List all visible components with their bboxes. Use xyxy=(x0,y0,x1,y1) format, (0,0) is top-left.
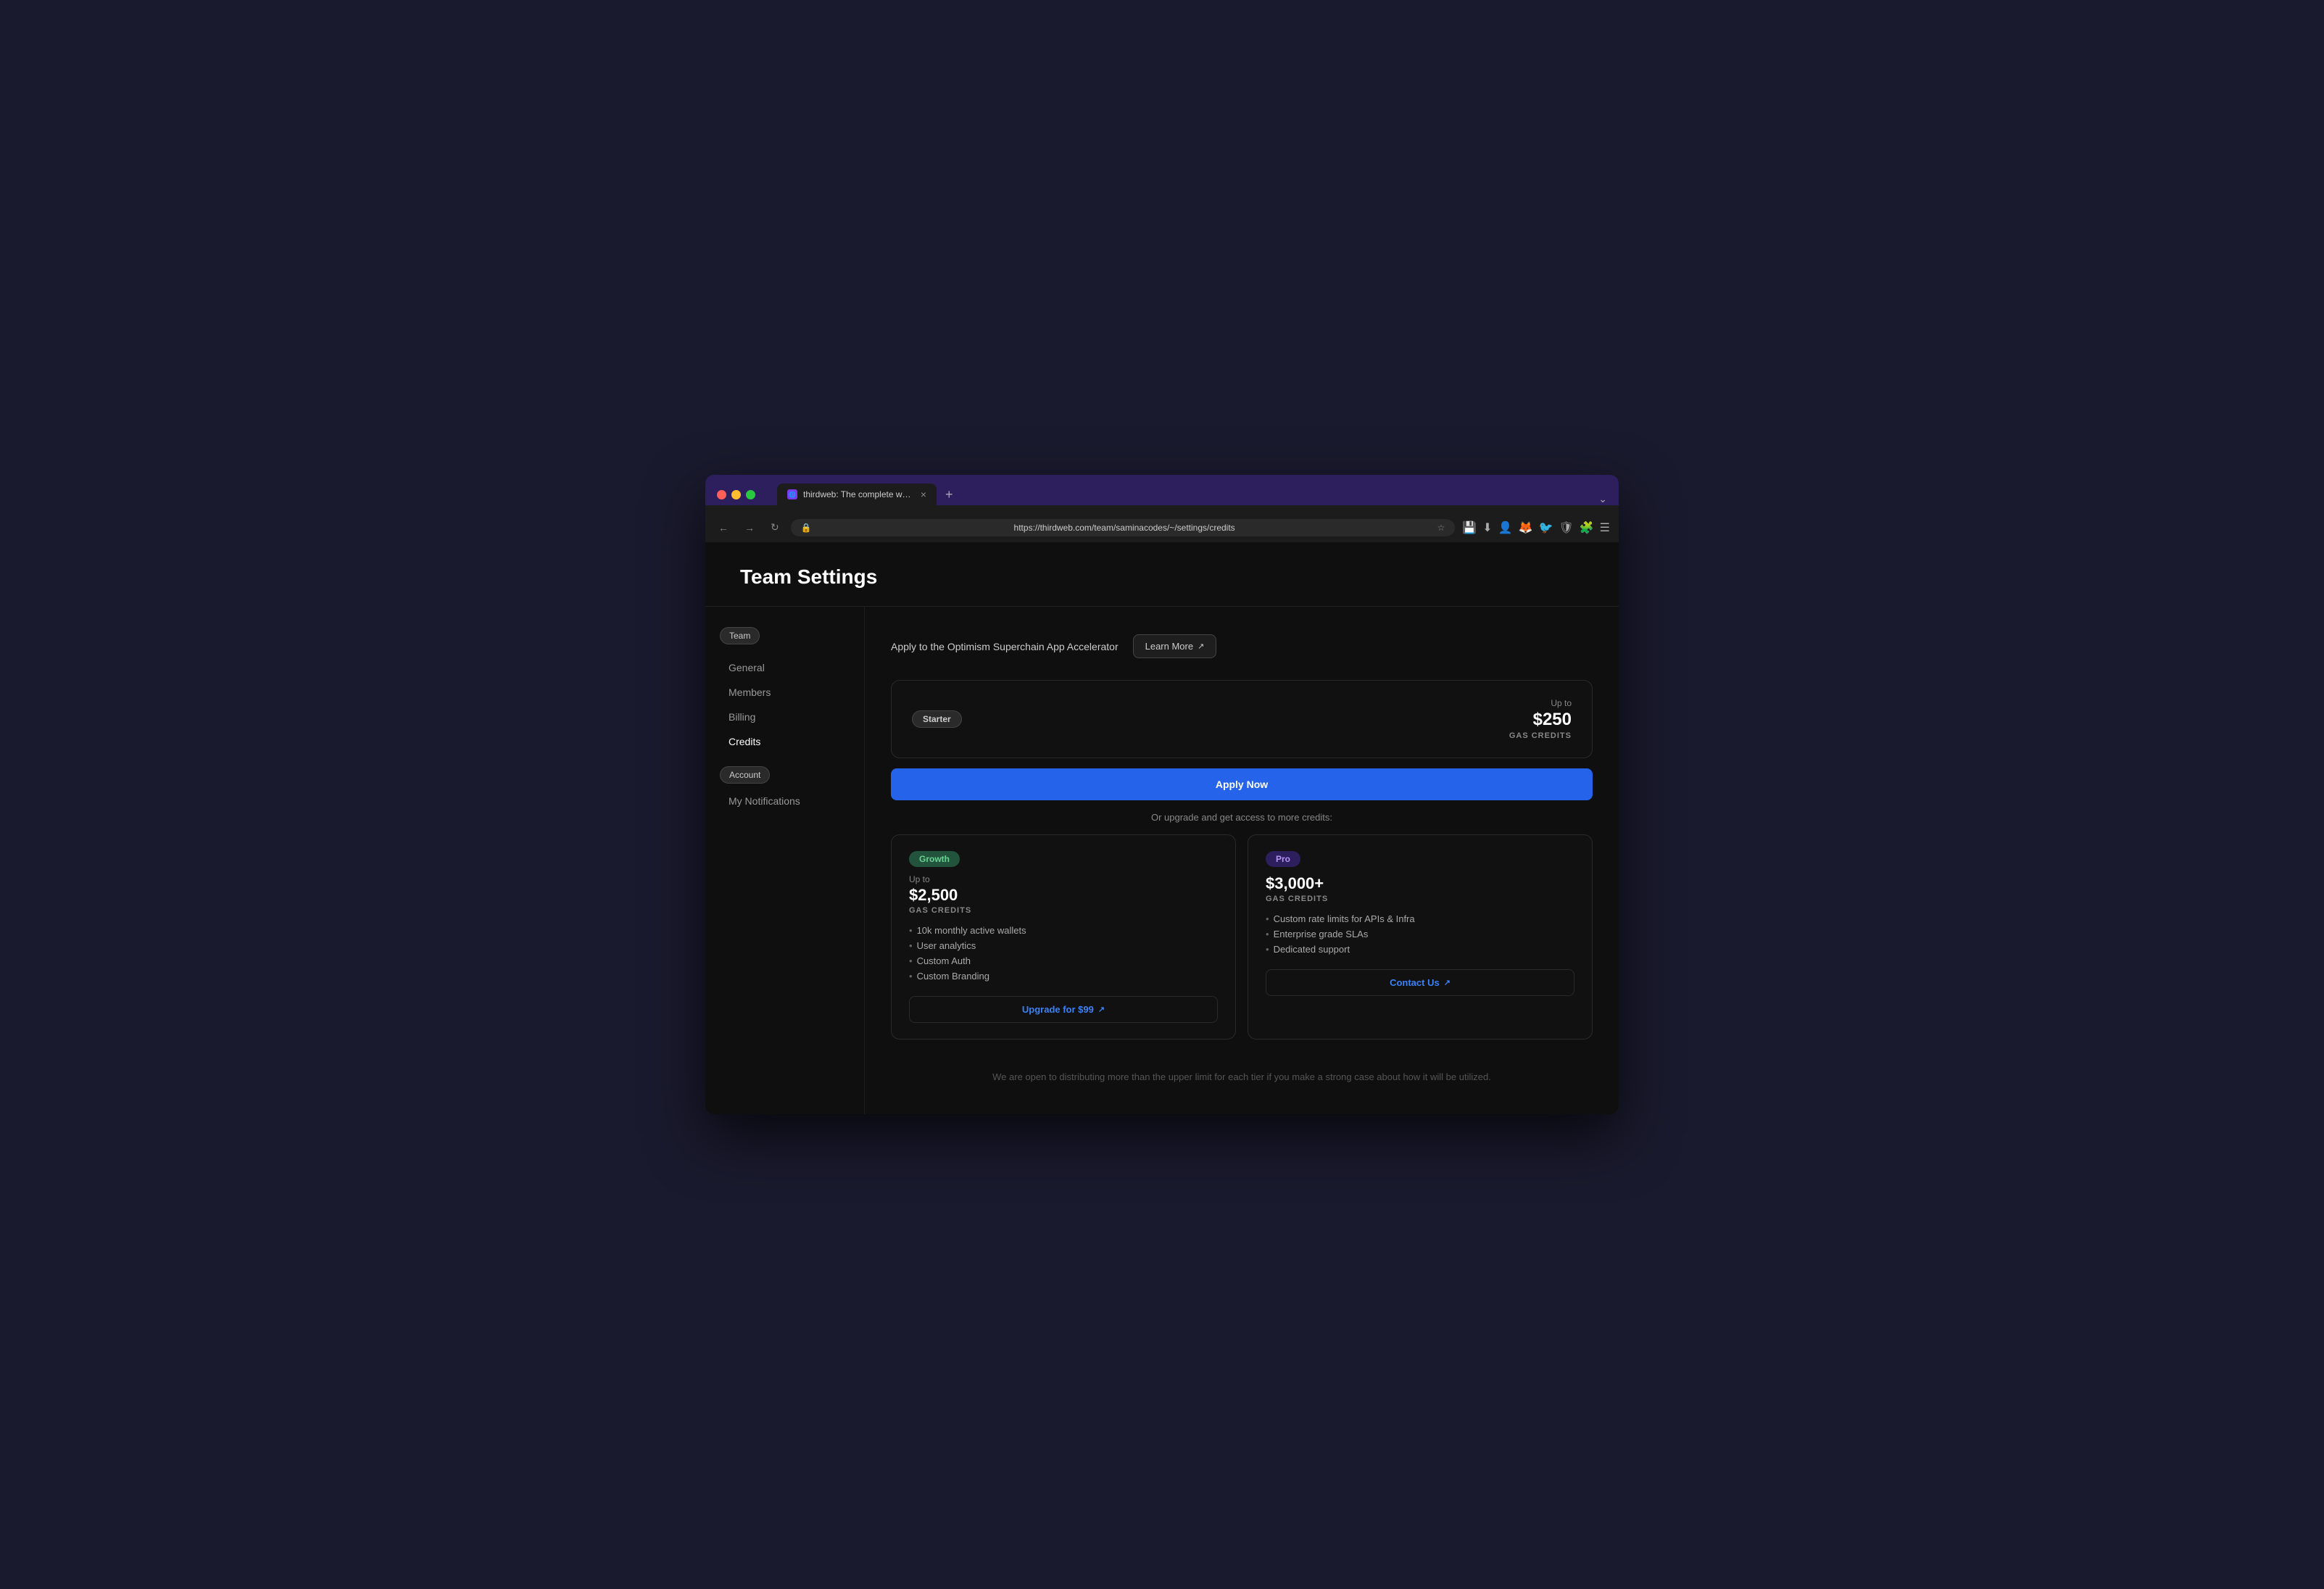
menu-icon[interactable]: ☰ xyxy=(1600,520,1610,535)
page-body: Team General Members Billing Credits Acc… xyxy=(705,607,1619,1114)
starter-credits-type: GAS CREDITS xyxy=(1509,731,1572,740)
sidebar-item-credits[interactable]: Credits xyxy=(720,730,850,753)
pro-credits-type: GAS CREDITS xyxy=(1266,895,1574,903)
active-tab[interactable]: 🌐 thirdweb: The complete web3 d × xyxy=(777,484,937,505)
sidebar-item-general[interactable]: General xyxy=(720,656,850,679)
pro-features-list: Custom rate limits for APIs & Infra Ente… xyxy=(1266,913,1574,955)
sidebar-account-label[interactable]: Account xyxy=(720,766,770,784)
sidebar-item-billing[interactable]: Billing xyxy=(720,705,850,729)
page-title: Team Settings xyxy=(740,565,1584,589)
growth-badge-row: Growth xyxy=(909,851,1218,867)
upgrade-button[interactable]: Upgrade for $99 ↗ xyxy=(909,996,1218,1023)
back-button[interactable]: ← xyxy=(714,519,733,536)
contact-us-button[interactable]: Contact Us ↗ xyxy=(1266,969,1574,996)
upgrade-label-text: Upgrade for $99 xyxy=(1022,1004,1094,1015)
pro-feature-1: Custom rate limits for APIs & Infra xyxy=(1266,913,1574,924)
bookmark-icon[interactable]: ☆ xyxy=(1437,523,1445,533)
maximize-window-button[interactable] xyxy=(746,490,755,499)
footer-note: We are open to distributing more than th… xyxy=(891,1060,1593,1094)
tab-bar: 🌐 thirdweb: The complete web3 d × + ⌄ xyxy=(777,484,1607,505)
starter-badge: Starter xyxy=(912,710,962,728)
tab-title: thirdweb: The complete web3 d xyxy=(803,489,915,499)
pro-feature-3: Dedicated support xyxy=(1266,944,1574,955)
contact-us-label: Contact Us xyxy=(1390,977,1440,988)
minimize-window-button[interactable] xyxy=(731,490,741,499)
traffic-lights xyxy=(717,490,755,499)
starter-card: Starter Up to $250 GAS CREDITS xyxy=(891,680,1593,758)
browser-chrome: 🌐 thirdweb: The complete web3 d × + ⌄ xyxy=(705,475,1619,505)
growth-credits-upto: Up to xyxy=(909,874,1218,884)
sidebar-team-label[interactable]: Team xyxy=(720,627,760,644)
learn-more-label: Learn More xyxy=(1145,641,1193,652)
shield-icon[interactable]: 🛡 xyxy=(1559,520,1573,535)
sidebar-item-my-notifications[interactable]: My Notifications xyxy=(720,789,850,813)
download-icon[interactable]: ⬇ xyxy=(1482,520,1492,535)
upgrade-label: Or upgrade and get access to more credit… xyxy=(891,812,1593,823)
forward-button[interactable]: → xyxy=(740,519,759,536)
account-icon[interactable]: 👤 xyxy=(1498,520,1513,535)
growth-credits-type: GAS CREDITS xyxy=(909,906,1218,915)
close-window-button[interactable] xyxy=(717,490,726,499)
growth-feature-3: Custom Auth xyxy=(909,955,1218,966)
pro-badge: Pro xyxy=(1266,851,1300,867)
pro-card-header: Pro $3,000+ GAS CREDITS xyxy=(1266,851,1574,903)
url-display[interactable]: https://thirdweb.com/team/saminacodes/~/… xyxy=(818,523,1432,533)
tab-dropdown-icon[interactable]: ⌄ xyxy=(1598,493,1607,505)
growth-feature-1: 10k monthly active wallets xyxy=(909,925,1218,936)
accelerator-banner: Apply to the Optimism Superchain App Acc… xyxy=(891,627,1593,665)
address-bar[interactable]: 🔒 https://thirdweb.com/team/saminacodes/… xyxy=(791,519,1456,536)
pro-badge-row: Pro xyxy=(1266,851,1574,867)
learn-more-button[interactable]: Learn More ↗ xyxy=(1133,634,1217,658)
refresh-button[interactable]: ↻ xyxy=(766,518,784,536)
growth-features-list: 10k monthly active wallets User analytic… xyxy=(909,925,1218,982)
growth-credits-value: $2,500 xyxy=(909,886,1218,905)
external-link-icon: ↗ xyxy=(1198,642,1204,651)
sidebar: Team General Members Billing Credits Acc… xyxy=(705,607,865,1114)
main-content: Apply to the Optimism Superchain App Acc… xyxy=(865,607,1619,1114)
starter-credits-value: $250 xyxy=(1509,710,1572,730)
page-header: Team Settings xyxy=(705,542,1619,607)
upgrade-external-icon: ↗ xyxy=(1098,1005,1105,1014)
security-icons: 🔒 xyxy=(801,523,812,533)
browser-toolbar: 💾 ⬇ 👤 🦊 🐦 🛡 🧩 ☰ xyxy=(1462,520,1610,535)
sidebar-item-members[interactable]: Members xyxy=(720,681,850,704)
contact-external-icon: ↗ xyxy=(1444,978,1451,987)
bird-icon[interactable]: 🐦 xyxy=(1539,520,1553,535)
browser-controls: 🌐 thirdweb: The complete web3 d × + ⌄ xyxy=(717,484,1607,505)
pro-card: Pro $3,000+ GAS CREDITS Custom rate limi… xyxy=(1248,834,1593,1040)
plan-cards: Growth Up to $2,500 GAS CREDITS 10k mont… xyxy=(891,834,1593,1040)
starter-credits-upto: Up to xyxy=(1509,698,1572,708)
extensions-icon[interactable]: 🧩 xyxy=(1580,520,1594,535)
growth-card: Growth Up to $2,500 GAS CREDITS 10k mont… xyxy=(891,834,1236,1040)
pro-feature-2: Enterprise grade SLAs xyxy=(1266,929,1574,939)
fox-icon[interactable]: 🦊 xyxy=(1519,520,1533,535)
apply-now-button[interactable]: Apply Now xyxy=(891,768,1593,800)
tab-favicon-icon: 🌐 xyxy=(787,489,797,499)
growth-feature-4: Custom Branding xyxy=(909,971,1218,982)
address-bar-row: ← → ↻ 🔒 https://thirdweb.com/team/samina… xyxy=(705,513,1619,542)
pro-credits-value: $3,000+ xyxy=(1266,874,1574,893)
new-tab-button[interactable]: + xyxy=(939,484,959,505)
page-content: Team Settings Team General Members Billi… xyxy=(705,542,1619,1114)
browser-window: 🌐 thirdweb: The complete web3 d × + ⌄ ← … xyxy=(705,475,1619,1114)
accelerator-text: Apply to the Optimism Superchain App Acc… xyxy=(891,641,1119,652)
close-tab-button[interactable]: × xyxy=(921,489,926,499)
growth-feature-2: User analytics xyxy=(909,940,1218,951)
growth-card-header: Growth Up to $2,500 GAS CREDITS xyxy=(909,851,1218,915)
growth-badge: Growth xyxy=(909,851,960,867)
starter-credits-amount: Up to $250 GAS CREDITS xyxy=(1509,698,1572,740)
pocket-icon[interactable]: 💾 xyxy=(1462,520,1477,535)
